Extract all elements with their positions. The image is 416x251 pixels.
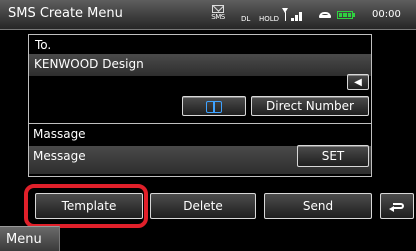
backspace-button[interactable]: ◀ [347,74,369,90]
send-button[interactable]: Send [264,193,372,219]
hold-status-label: HOLD [259,15,280,23]
menu-tab[interactable]: Menu [0,226,60,251]
page-title: SMS Create Menu [8,6,123,21]
delete-button[interactable]: Delete [150,193,256,219]
recipient-value: KENWOOD Design [34,57,144,71]
clock: 00:00 [372,9,401,20]
message-value: Message [33,149,86,163]
signal-strength-icon [282,0,304,30]
template-highlight-outline [24,184,148,228]
envelope-icon [212,5,224,13]
message-label: Massage [33,127,86,141]
return-icon [389,201,405,212]
phonebook-button[interactable] [182,96,246,116]
phone-icon [318,0,332,30]
return-button[interactable] [380,193,414,219]
sms-form-panel: To. KENWOOD Design ◀ Direct Number Massa… [28,34,372,177]
set-button[interactable]: SET [297,145,369,167]
backspace-icon: ◀ [354,76,362,88]
direct-number-button[interactable]: Direct Number [251,96,369,116]
recipient-field[interactable]: KENWOOD Design ◀ [29,54,371,90]
sms-status-icon: SMS [209,0,227,30]
title-bar: SMS Create Menu SMS DL HOLD 00:00 [0,0,416,30]
divider [29,123,371,124]
battery-icon [337,0,359,30]
sms-status-label: SMS [211,13,225,21]
book-icon [206,100,222,113]
to-label: To. [35,38,52,52]
dl-status-label: DL [241,15,251,23]
